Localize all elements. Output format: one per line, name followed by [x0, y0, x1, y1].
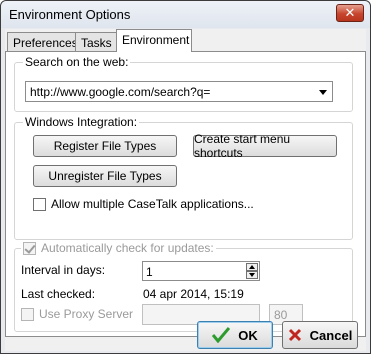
ok-label: OK — [238, 327, 258, 343]
unregister-file-types-label: Unregister File Types — [48, 169, 162, 183]
allow-multiple-label: Allow multiple CaseTalk applications... — [51, 197, 254, 211]
last-checked-label: Last checked: — [21, 287, 96, 301]
last-checked-value: 04 apr 2014, 15:19 — [143, 287, 244, 301]
chevron-down-icon — [319, 90, 327, 95]
window-title: Environment Options — [9, 7, 131, 22]
auto-check-row[interactable]: Automatically check for updates: — [21, 241, 216, 255]
interval-value: 1 — [146, 265, 153, 279]
interval-stepper[interactable]: 1 — [142, 261, 260, 281]
close-icon: ✕ — [344, 5, 356, 20]
unregister-file-types-button[interactable]: Unregister File Types — [33, 165, 177, 187]
interval-label: Interval in days: — [21, 263, 106, 277]
register-file-types-button[interactable]: Register File Types — [33, 135, 177, 157]
register-file-types-label: Register File Types — [53, 139, 157, 153]
use-proxy-checkbox[interactable] — [21, 307, 34, 321]
title-bar[interactable]: Environment Options ✕ — [1, 1, 370, 28]
use-proxy-row[interactable]: Use Proxy Server — [21, 307, 133, 321]
allow-multiple-row[interactable]: Allow multiple CaseTalk applications... — [33, 197, 254, 211]
cancel-label: Cancel — [309, 327, 353, 343]
dialog-body: Preferences Tasks Environment Search on … — [5, 29, 366, 351]
cancel-x-icon — [288, 328, 301, 342]
create-shortcuts-label: Create start menu shortcuts — [194, 132, 291, 160]
windows-integration-group: Windows Integration: Register File Types… — [14, 115, 353, 240]
auto-check-checkbox[interactable] — [23, 241, 36, 255]
auto-check-label: Automatically check for updates: — [41, 241, 214, 255]
tab-environment-label: Environment — [122, 33, 190, 47]
search-group-label: Search on the web: — [23, 55, 131, 69]
cancel-button[interactable]: Cancel — [282, 321, 358, 349]
windows-integration-label: Windows Integration: — [23, 115, 140, 129]
updates-group: Automatically check for updates: Interva… — [14, 241, 353, 332]
tab-tasks-label: Tasks — [81, 36, 112, 50]
search-engine-select[interactable]: http://www.google.com/search?q= — [25, 81, 333, 102]
tab-environment[interactable]: Environment — [116, 29, 192, 52]
checkmark-icon — [212, 327, 231, 343]
environment-options-dialog: Environment Options ✕ Preferences Tasks … — [0, 0, 371, 354]
allow-multiple-checkbox[interactable] — [33, 197, 46, 211]
tab-tasks[interactable]: Tasks — [75, 32, 117, 52]
search-group: Search on the web: http://www.google.com… — [14, 55, 353, 112]
tab-preferences[interactable]: Preferences — [7, 32, 78, 52]
spin-up-icon[interactable] — [246, 263, 258, 271]
ok-button[interactable]: OK — [197, 321, 273, 349]
close-button[interactable]: ✕ — [336, 4, 364, 22]
tab-preferences-label: Preferences — [13, 36, 78, 50]
create-shortcuts-button[interactable]: Create start menu shortcuts — [193, 132, 337, 160]
proxy-port-value: 80 — [274, 308, 288, 322]
environment-tab-panel: Search on the web: http://www.google.com… — [5, 51, 366, 337]
interval-spin-buttons — [246, 263, 258, 279]
spin-down-icon[interactable] — [246, 271, 258, 279]
use-proxy-label: Use Proxy Server — [39, 307, 134, 321]
search-engine-value: http://www.google.com/search?q= — [30, 85, 211, 99]
